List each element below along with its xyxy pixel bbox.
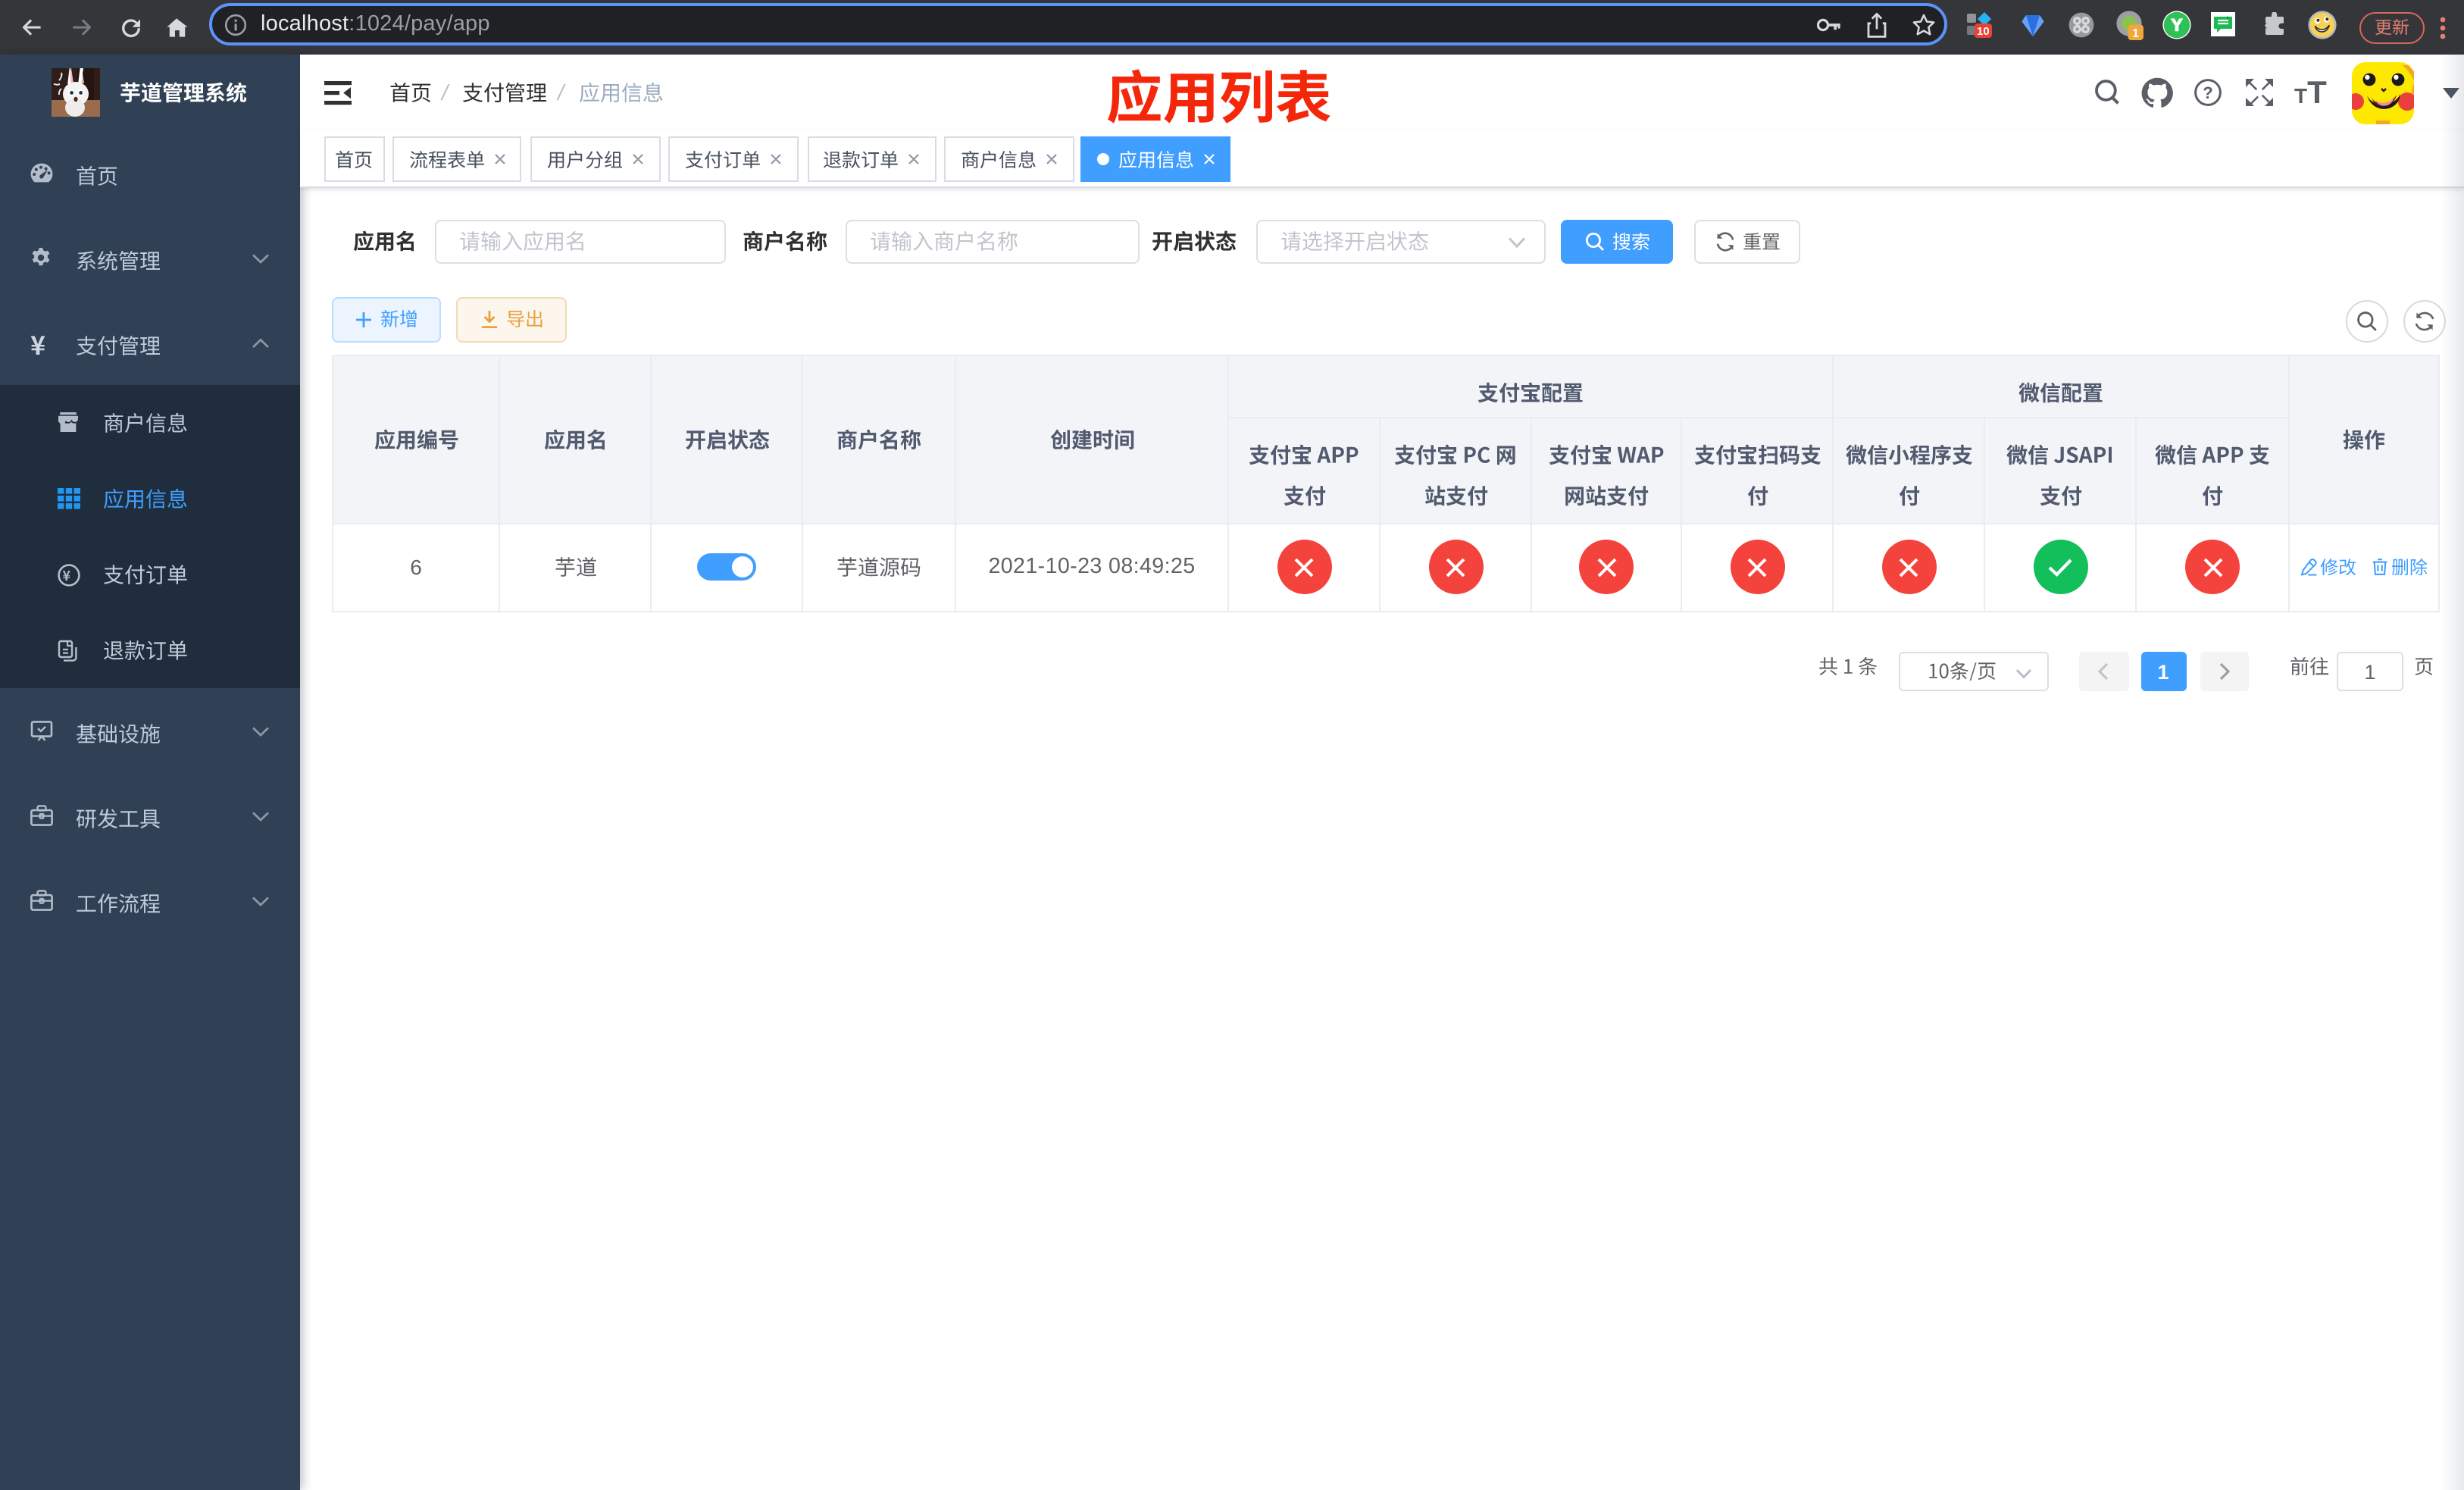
svg-text:10: 10 bbox=[1976, 25, 1989, 38]
svg-text:?: ? bbox=[2203, 83, 2212, 102]
svg-text:1: 1 bbox=[2132, 27, 2139, 40]
